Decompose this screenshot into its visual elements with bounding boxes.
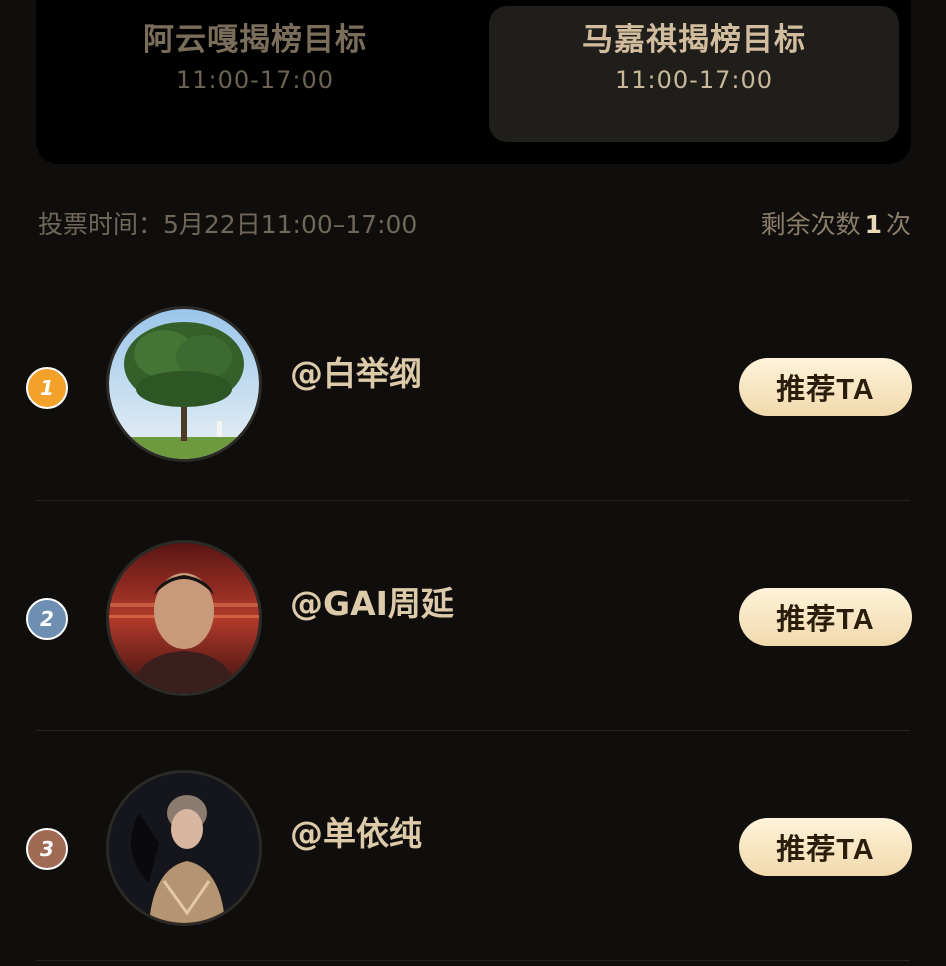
- target-tab-bar: 阿云嘎揭榜目标 11:00-17:00 马嘉祺揭榜目标 11:00-17:00: [36, 0, 911, 164]
- tab-majiaqi-target[interactable]: 马嘉祺揭榜目标 11:00-17:00: [489, 6, 899, 142]
- tab-time: 11:00-17:00: [176, 66, 334, 94]
- candidate-name: @单依纯: [290, 814, 422, 853]
- rank-badge: 1: [26, 367, 68, 409]
- tab-title: 马嘉祺揭榜目标: [582, 22, 806, 58]
- tab-title: 阿云嘎揭榜目标: [143, 22, 367, 58]
- candidate-name: @白举纲: [290, 354, 422, 393]
- list-item: 1 @白举纲 推荐TA: [0, 272, 946, 502]
- rank-badge: 2: [26, 598, 68, 640]
- avatar: [106, 540, 262, 696]
- tab-ayunga-target[interactable]: 阿云嘎揭榜目标 11:00-17:00: [50, 6, 460, 142]
- remaining-count: 1: [864, 210, 882, 239]
- tab-time: 11:00-17:00: [615, 66, 773, 94]
- recommend-button[interactable]: 推荐TA: [739, 358, 912, 416]
- remaining-label: 剩余次数: [760, 210, 861, 239]
- divider: [36, 730, 910, 731]
- list-item: 2 @GAI周延 推荐TA: [0, 502, 946, 732]
- list-item: 3 @单依纯 推荐TA: [0, 732, 946, 962]
- remaining-votes: 剩余次数 1 次: [761, 205, 911, 241]
- divider: [36, 960, 910, 961]
- remaining-suffix: 次: [885, 210, 911, 239]
- candidate-name: @GAI周延: [290, 584, 454, 623]
- avatar: [106, 770, 262, 926]
- rank-badge: 3: [26, 828, 68, 870]
- avatar: [106, 306, 262, 462]
- divider: [36, 500, 910, 501]
- recommend-button[interactable]: 推荐TA: [739, 818, 912, 876]
- recommend-button[interactable]: 推荐TA: [739, 588, 912, 646]
- vote-time-text: 投票时间：5月22日11:00–17:00: [38, 210, 418, 239]
